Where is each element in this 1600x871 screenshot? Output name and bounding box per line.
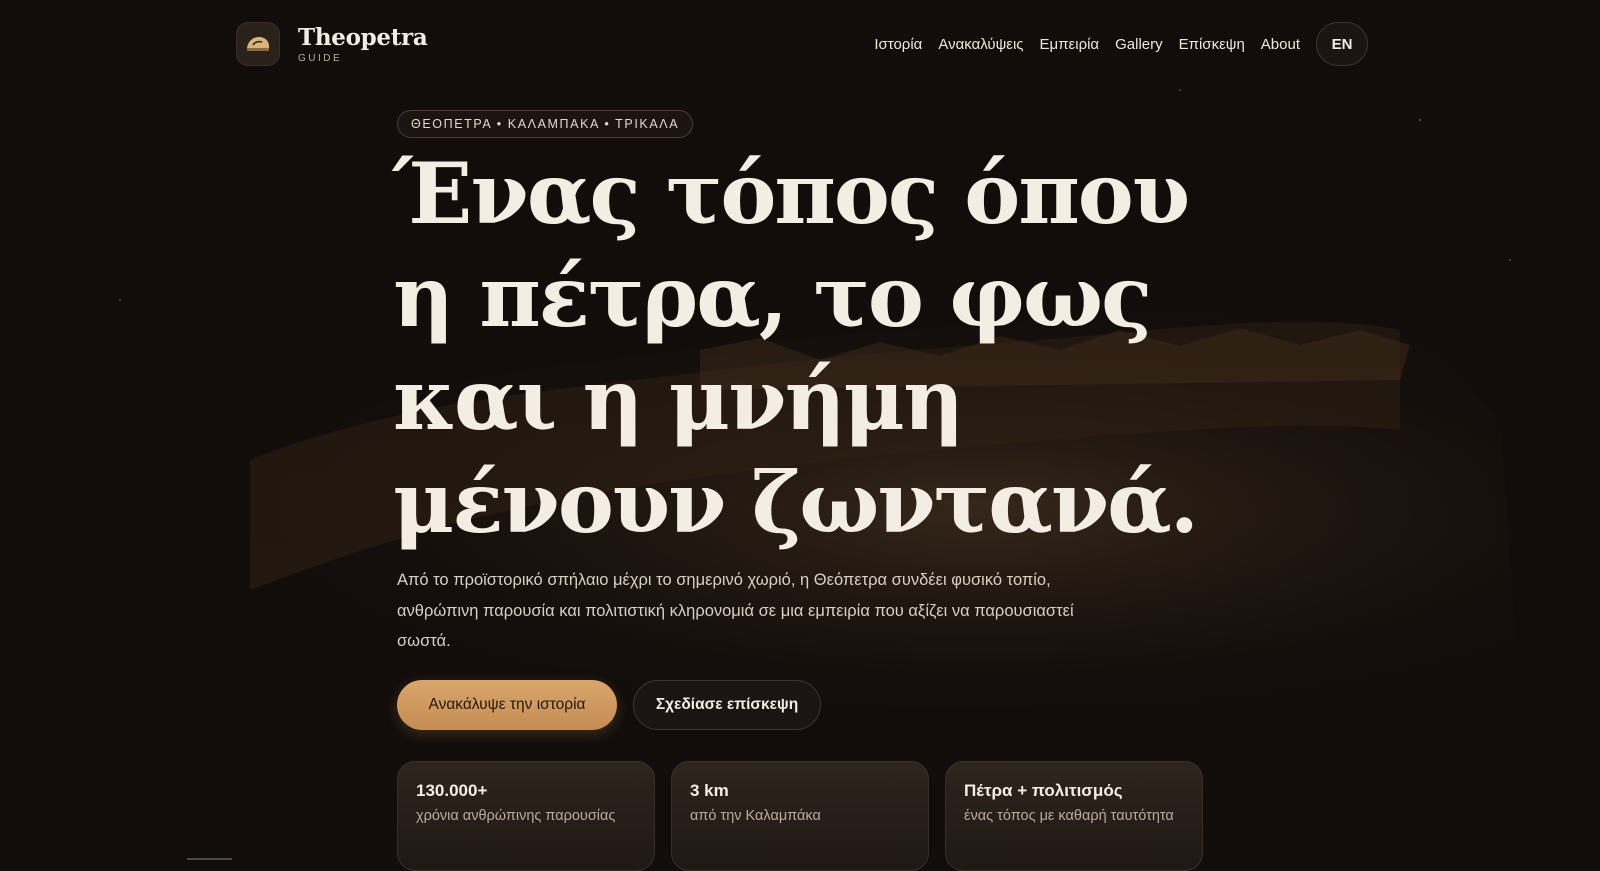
main-nav: Ιστορία Ανακαλύψεις Εμπειρία Gallery Επί… (874, 22, 1368, 66)
stat-subtitle: χρόνια ανθρώπινης παρουσίας (416, 808, 616, 824)
brand[interactable]: Theopetra GUIDE (236, 22, 428, 66)
nav-link-visit[interactable]: Επίσκεψη (1179, 36, 1245, 53)
nav-link-gallery[interactable]: Gallery (1115, 36, 1163, 53)
brand-subtitle: GUIDE (298, 52, 343, 64)
nav-link-about[interactable]: About (1261, 36, 1300, 53)
nav-link-history[interactable]: Ιστορία (874, 36, 922, 53)
plan-visit-button[interactable]: Σχεδίασε επίσκεψη (633, 680, 821, 730)
stat-subtitle: από την Καλαμπάκα (690, 808, 821, 824)
stat-title: Πέτρα + πολιτισμός (964, 781, 1123, 800)
headline-line: Ένας τόπος όπου (393, 144, 1190, 243)
headline-line: η πέτρα, το φως (393, 247, 1152, 346)
stat-card: 3 km από την Καλαμπάκα (671, 761, 929, 871)
nav-link-discoveries[interactable]: Ανακαλύψεις (938, 36, 1023, 53)
site-header: Theopetra GUIDE Ιστορία Ανακαλύψεις Εμπε… (236, 22, 1368, 66)
location-eyebrow: ΘΕΟΠΕΤΡΑ • ΚΑΛΑΜΠΑΚΑ • ΤΡΙΚΑΛΑ (397, 110, 694, 138)
stat-card: 130.000+ χρόνια ανθρώπινης παρουσίας (397, 761, 655, 871)
language-toggle-button[interactable]: EN (1316, 22, 1368, 66)
cave-rock-icon (236, 22, 280, 66)
headline-line: μένουν ζωντανά. (393, 453, 1199, 552)
nav-link-experience[interactable]: Εμπειρία (1040, 36, 1100, 53)
discover-history-button[interactable]: Ανακάλυψε την ιστορία (397, 680, 617, 730)
stat-card: Πέτρα + πολιτισμός ένας τόπος με καθαρή … (945, 761, 1203, 871)
hero-lead-text: Από το προϊστορικό σπήλαιο μέχρι το σημε… (397, 571, 1074, 650)
hero-headline: Ένας τόπος όπου η πέτρα, το φως και η μν… (393, 142, 1199, 554)
stat-subtitle: ένας τόπος με καθαρή ταυτότητα (964, 808, 1174, 824)
stat-title: 3 km (690, 781, 729, 800)
brand-name: Theopetra (298, 23, 428, 51)
stat-title: 130.000+ (416, 781, 488, 800)
headline-line: και η μνήμη (393, 350, 964, 449)
